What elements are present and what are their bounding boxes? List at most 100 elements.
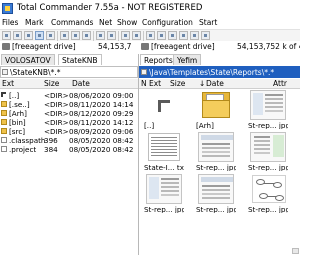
refresh-icon[interactable]: [2, 31, 11, 40]
file-icon: [1, 146, 7, 152]
folder-icon: [198, 90, 234, 120]
tree-view-icon[interactable]: [46, 31, 55, 40]
file-icon: [1, 137, 7, 143]
thumbnail-caption: St-rep... jpg: [248, 121, 288, 129]
column-date[interactable]: Date: [206, 79, 224, 88]
thumbnail-item[interactable]: St-rep... jpg: [196, 174, 236, 213]
file-name: [bin]: [9, 118, 26, 127]
file-date: 08/11/2020 14:12: [69, 118, 134, 127]
scroll-down-button[interactable]: [292, 248, 299, 254]
column-ext[interactable]: Ext: [149, 79, 161, 88]
image-preview: [250, 90, 286, 120]
image-preview: [198, 174, 234, 204]
list-item[interactable]: .project 384 08/05/2020 08:42: [0, 145, 138, 154]
thumbnail-item[interactable]: State-I... txt: [144, 132, 184, 171]
file-size: <DIR>: [44, 118, 69, 127]
back-icon[interactable]: [96, 31, 105, 40]
left-path-bar[interactable]: \StateKNB\*.*: [0, 66, 138, 78]
sync-icon[interactable]: [168, 31, 177, 40]
compare-icon[interactable]: [157, 31, 166, 40]
unpack-icon[interactable]: [71, 31, 80, 40]
path-history-icon[interactable]: [141, 69, 147, 75]
list-item[interactable]: [.se..] <DIR> 08/11/2020 14:14: [0, 100, 138, 109]
menu-mark[interactable]: Mark: [25, 18, 44, 27]
column-name[interactable]: N: [141, 79, 147, 88]
tab-reports[interactable]: Reports: [140, 54, 177, 65]
brief-view-icon[interactable]: [13, 31, 22, 40]
left-path-text: \StateKNB\*.*: [10, 68, 61, 77]
pack-icon[interactable]: [60, 31, 69, 40]
right-drive-label: [freeagent drive]: [151, 42, 215, 51]
file-date: 08/05/2020 08:42: [69, 145, 134, 154]
ftp-connect-icon[interactable]: [121, 31, 130, 40]
left-tabs: VOLOSATOV StateKNB: [0, 54, 138, 65]
file-date: 08/12/2020 09:29: [69, 109, 134, 118]
menu-start[interactable]: Start: [199, 18, 217, 27]
left-drive-bar[interactable]: [freeagent drive] 54,153,7: [0, 41, 138, 53]
full-view-icon[interactable]: [24, 31, 33, 40]
file-name: .project: [9, 145, 37, 154]
column-ext[interactable]: Ext: [2, 79, 14, 88]
column-date[interactable]: Date: [72, 79, 90, 88]
toolbar-separator: [118, 31, 119, 41]
thumbnail-caption: St-rep... jpg: [248, 205, 288, 213]
file-date: 08/06/2020 09:00: [69, 91, 134, 100]
right-path-text: \Java\Templates\State\Reports\*.*: [149, 68, 275, 77]
file-name: [src]: [9, 127, 26, 136]
left-file-list[interactable]: [..] <DIR> 08/06/2020 09:00 [.se..] <DIR…: [0, 90, 138, 255]
thumbnail-item[interactable]: St-rep... jpg: [248, 90, 288, 129]
right-drive-bar[interactable]: [freeagent drive] 54,153,752 k of 4: [139, 41, 300, 53]
hotlist-icon[interactable]: [201, 31, 210, 40]
app-icon: [2, 3, 13, 14]
ftp-new-icon[interactable]: [132, 31, 141, 40]
menu-bar: Files Mark Commands Net Show Configurati…: [0, 17, 300, 29]
file-size: 384: [44, 145, 58, 154]
column-size[interactable]: Size: [170, 79, 185, 88]
thumbnail-item[interactable]: St-rep... jpg: [196, 132, 236, 171]
up-dir-icon: [1, 92, 6, 97]
folder-history-icon[interactable]: [190, 31, 199, 40]
column-size[interactable]: Size: [44, 79, 59, 88]
menu-files[interactable]: Files: [2, 18, 18, 27]
list-item[interactable]: .classpath 396 08/05/2020 08:42: [0, 136, 138, 145]
image-preview: [250, 132, 286, 162]
right-thumbnail-view[interactable]: [..] [Arh] St-rep... jpg State-I... txt …: [139, 90, 300, 255]
forward-icon[interactable]: [107, 31, 116, 40]
left-column-header: Ext Size Date: [0, 79, 138, 89]
menu-show[interactable]: Show: [117, 18, 137, 27]
thumbnail-item[interactable]: [Arh]: [196, 90, 236, 129]
file-date: 08/09/2020 09:06: [69, 127, 134, 136]
tab-stateknb[interactable]: StateKNB: [58, 54, 102, 65]
diagram-preview: [250, 174, 286, 204]
thumbnail-view-icon[interactable]: [35, 31, 44, 40]
file-name: [Arh]: [9, 109, 27, 118]
list-item[interactable]: [Arh] <DIR> 08/12/2020 09:29: [0, 109, 138, 118]
thumbnail-caption: State-I... txt: [144, 163, 184, 171]
tab-yefim[interactable]: Yefim: [173, 54, 202, 65]
file-name: [.se..]: [9, 100, 30, 109]
sort-arrow-icon: ↓: [199, 79, 206, 88]
thumbnail-item[interactable]: St-rep... jpg: [144, 174, 184, 213]
menu-net[interactable]: Net: [99, 18, 112, 27]
file-name: [..]: [9, 91, 20, 100]
menu-configuration[interactable]: Configuration: [142, 18, 193, 27]
multi-rename-icon[interactable]: [179, 31, 188, 40]
window-title: Total Commander 7.55a - NOT REGISTERED: [17, 3, 203, 13]
thumbnail-item[interactable]: [..]: [144, 90, 184, 129]
thumbnail-item[interactable]: St-rep... jpg: [248, 132, 288, 171]
menu-commands[interactable]: Commands: [51, 18, 93, 27]
tab-volosatov[interactable]: VOLOSATOV: [1, 54, 55, 65]
drive-icon: [2, 43, 10, 50]
list-item[interactable]: [bin] <DIR> 08/11/2020 14:12: [0, 118, 138, 127]
list-item[interactable]: [..] <DIR> 08/06/2020 09:00: [0, 91, 138, 100]
right-path-bar[interactable]: \Java\Templates\State\Reports\*.*: [139, 66, 300, 78]
toolbar-separator: [57, 31, 58, 41]
left-drive-label: [freeagent drive]: [12, 42, 76, 51]
thumbnail-caption: St-rep... jpg: [196, 205, 236, 213]
notepad-icon[interactable]: [146, 31, 155, 40]
find-icon[interactable]: [82, 31, 91, 40]
list-item[interactable]: [src] <DIR> 08/09/2020 09:06: [0, 127, 138, 136]
column-attr[interactable]: Attr: [273, 79, 287, 88]
path-history-icon[interactable]: [2, 69, 8, 75]
thumbnail-item[interactable]: St-rep... jpg: [248, 174, 288, 213]
